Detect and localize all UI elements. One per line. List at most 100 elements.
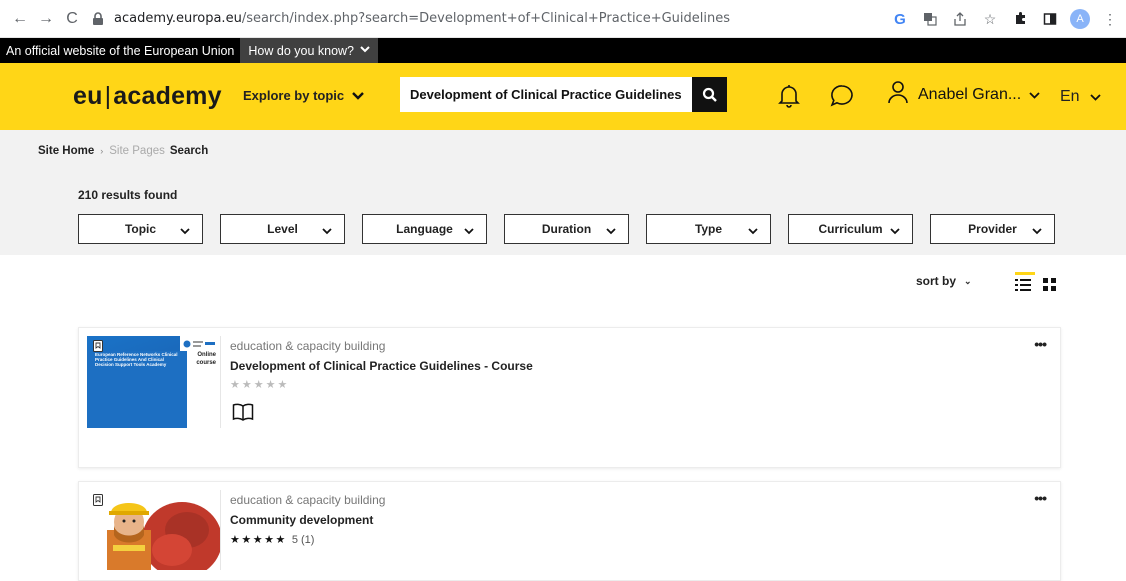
list-view-button[interactable]: [1015, 272, 1035, 296]
eu-academy-logo[interactable]: eu|academy: [73, 82, 222, 111]
how-do-you-know-button[interactable]: How do you know?: [240, 38, 379, 63]
breadcrumb-site-pages[interactable]: Site Pages: [109, 145, 165, 157]
book-icon: [232, 402, 254, 427]
filter-topic[interactable]: Topic: [78, 214, 203, 244]
filter-label: Duration: [541, 222, 592, 236]
search-button[interactable]: [692, 77, 727, 112]
course-category: education & capacity building: [230, 493, 386, 507]
search-panel: Site Home › Site Pages Search 210 result…: [0, 130, 1126, 255]
chevron-right-icon: ›: [100, 146, 104, 156]
language-selector[interactable]: En: [1060, 88, 1101, 106]
chevron-down-icon: [1089, 88, 1101, 106]
back-icon[interactable]: ←: [8, 7, 32, 31]
logo-academy: academy: [113, 82, 222, 110]
notifications-bell-icon[interactable]: [774, 80, 804, 112]
sort-by-dropdown[interactable]: sort by ⌄: [916, 274, 972, 288]
breadcrumb-site-home[interactable]: Site Home: [38, 145, 94, 157]
language-label: En: [1060, 88, 1080, 105]
chevron-down-icon: [180, 224, 190, 238]
course-thumbnail[interactable]: [87, 490, 220, 570]
filter-label: Curriculum: [818, 222, 883, 236]
rating-stars: ★★★★★: [230, 379, 290, 391]
chevron-down-icon: [322, 224, 332, 238]
site-header: eu|academy Explore by topic Anabel Gran.…: [0, 63, 1126, 130]
list-view-icon: [1015, 279, 1031, 291]
chevron-down-icon: [464, 224, 474, 238]
profile-avatar[interactable]: A: [1068, 7, 1092, 31]
course-card[interactable]: European Reference Networks Clinical Pra…: [78, 327, 1061, 468]
eu-official-bar: An official website of the European Unio…: [0, 38, 1126, 63]
filter-level[interactable]: Level: [220, 214, 345, 244]
avatar-letter: A: [1070, 9, 1090, 29]
filter-label: Level: [267, 222, 298, 236]
course-card[interactable]: education & capacity building Community …: [78, 481, 1061, 581]
chevron-down-icon: ⌄: [964, 275, 972, 286]
breadcrumb-current: Search: [169, 145, 209, 157]
search-input[interactable]: [400, 77, 709, 112]
extensions-icon[interactable]: [1008, 7, 1032, 31]
search-icon: [702, 87, 717, 102]
filter-bar: Topic Level Language Duration Type Curri…: [78, 214, 1055, 244]
chevron-down-icon: [890, 224, 900, 238]
filter-provider[interactable]: Provider: [930, 214, 1055, 244]
side-panel-icon[interactable]: [1038, 7, 1062, 31]
card-divider: [220, 336, 221, 428]
filter-language[interactable]: Language: [362, 214, 487, 244]
translate-icon[interactable]: [918, 7, 942, 31]
thumbnail-title: European Reference Networks Clinical Pra…: [95, 352, 178, 367]
more-options-icon[interactable]: •••: [1034, 336, 1047, 352]
ern-logo-icon: [183, 340, 215, 348]
messages-chat-icon[interactable]: [827, 80, 857, 112]
thumbnail-label-line1: Online: [197, 352, 216, 358]
worker-illustration: [87, 490, 220, 570]
lock-icon: [92, 11, 106, 26]
thumbnail-label-line2: course: [196, 360, 216, 366]
filter-type[interactable]: Type: [646, 214, 771, 244]
chevron-down-icon: [606, 224, 616, 238]
course-thumbnail[interactable]: European Reference Networks Clinical Pra…: [87, 336, 220, 428]
user-menu[interactable]: Anabel Gran...: [888, 80, 1040, 109]
chevron-down-icon: [352, 88, 364, 103]
filter-label: Topic: [124, 222, 157, 236]
thumbnail-label: Online course: [196, 351, 216, 367]
logo-separator: |: [104, 82, 112, 110]
filter-curriculum[interactable]: Curriculum: [788, 214, 913, 244]
url-domain: academy.europa.eu: [114, 11, 242, 26]
grid-view-icon: [1043, 278, 1056, 291]
chevron-down-icon: [360, 45, 370, 56]
user-icon: [888, 80, 908, 109]
browser-toolbar: ← → C academy.europa.eu/search/index.php…: [0, 0, 1126, 38]
official-website-text: An official website of the European Unio…: [6, 43, 235, 58]
explore-by-topic-button[interactable]: Explore by topic: [243, 88, 364, 103]
breadcrumb: Site Home › Site Pages Search: [38, 145, 208, 157]
course-title[interactable]: Community development: [230, 513, 373, 527]
rating-stars: ★★★★★ 5 (1): [230, 533, 315, 547]
menu-kebab-icon[interactable]: ⋮: [1098, 7, 1122, 31]
chevron-down-icon: [1032, 224, 1042, 238]
url-path: /search/index.php?search=Development+of+…: [241, 11, 730, 26]
course-title[interactable]: Development of Clinical Practice Guideli…: [230, 359, 533, 373]
address-bar[interactable]: academy.europa.eu/search/index.php?searc…: [92, 5, 818, 33]
share-icon[interactable]: [948, 7, 972, 31]
more-options-icon[interactable]: •••: [1034, 490, 1047, 506]
logo-eu: eu: [73, 82, 103, 110]
bookmark-icon[interactable]: [93, 494, 103, 506]
forward-icon[interactable]: →: [34, 7, 58, 31]
grid-view-button[interactable]: [1043, 278, 1057, 297]
sort-row: sort by ⌄: [0, 272, 1126, 302]
results-count: 210 results found: [78, 188, 178, 202]
google-icon[interactable]: G: [888, 7, 912, 31]
filter-label: Provider: [968, 222, 1017, 236]
reload-icon[interactable]: C: [60, 7, 84, 31]
course-category: education & capacity building: [230, 339, 386, 353]
filter-label: Type: [694, 222, 723, 236]
filter-label: Language: [396, 222, 453, 236]
explore-label: Explore by topic: [243, 88, 345, 103]
how-do-you-know-label: How do you know?: [248, 43, 355, 58]
bookmark-icon[interactable]: [93, 340, 103, 352]
user-name: Anabel Gran...: [918, 85, 1022, 103]
rating-value: 5 (1): [291, 533, 315, 546]
search-box: [400, 77, 727, 112]
star-icon[interactable]: ☆: [978, 7, 1002, 31]
filter-duration[interactable]: Duration: [504, 214, 629, 244]
